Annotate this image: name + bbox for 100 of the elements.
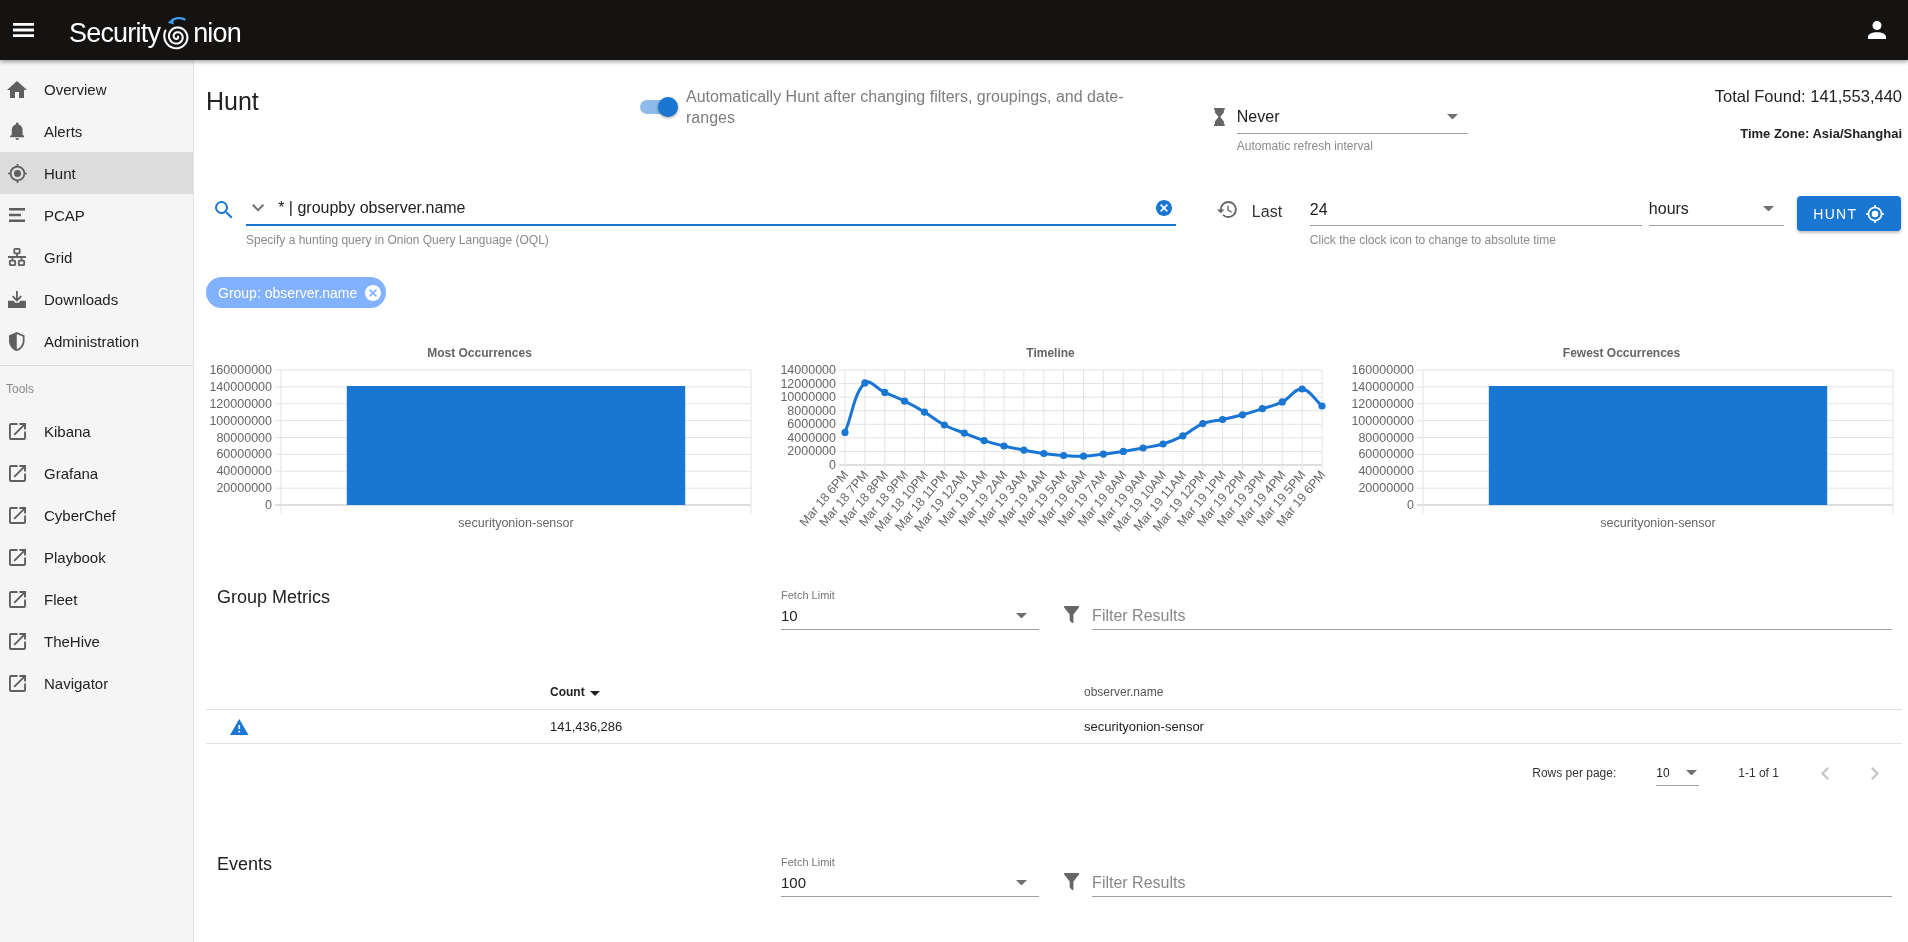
nav-item[interactable]: Alerts	[0, 110, 193, 152]
time-label: Last	[1251, 202, 1284, 222]
filter-field[interactable]: Filter Results	[1092, 869, 1892, 897]
axis-label: 80000000	[216, 430, 272, 445]
axis-label: 20000000	[1358, 481, 1414, 496]
time-zone: Time Zone: Asia/Shanghai	[1739, 125, 1902, 143]
nav-link[interactable]: Navigator	[0, 662, 193, 704]
nav-item[interactable]: Administration	[0, 320, 193, 362]
field-label: Fetch Limit	[781, 855, 836, 869]
data-point	[1219, 415, 1227, 424]
caret-down-icon	[1016, 612, 1027, 619]
axis-label: 100000000	[1351, 413, 1414, 428]
chart-title: Fewest Occurrences	[1562, 346, 1681, 360]
search-icon[interactable]	[215, 201, 233, 219]
time-amount-field[interactable]: 24	[1309, 186, 1642, 226]
data-point	[920, 408, 929, 416]
rows-per-page-select[interactable]: 10	[1656, 760, 1700, 786]
data-point	[1079, 452, 1088, 460]
table-cell: 141,436,286	[550, 719, 623, 734]
history-icon[interactable]	[1217, 201, 1237, 218]
logo-text: nion	[193, 17, 241, 50]
column-header[interactable]: Count	[550, 685, 600, 699]
nav-item[interactable]: PCAP	[0, 194, 193, 236]
axis-label: 60000000	[1358, 447, 1414, 462]
page-title: Hunt	[206, 86, 260, 117]
list-icon	[9, 208, 25, 222]
data-point	[881, 388, 889, 396]
switch-label: Automatically Hunt after changing filters, groupings, and date-ranges	[686, 87, 1125, 128]
nav-link[interactable]: Grafana	[0, 452, 193, 494]
shield-icon	[9, 331, 25, 351]
page-range: 1-1 of 1	[1738, 766, 1779, 780]
axis-label: 12000000	[780, 376, 836, 391]
hunt-button[interactable]: HUNT	[1796, 196, 1901, 231]
section-label: Tools	[6, 381, 35, 397]
bell-icon	[9, 122, 25, 140]
nav-link[interactable]: Playbook	[0, 536, 193, 578]
alert-icon[interactable]	[230, 718, 249, 735]
rows-per-page-label: Rows per page:	[1532, 766, 1617, 780]
query-field[interactable]: * | groupby observer.name	[278, 199, 1156, 217]
nav-link[interactable]: Fleet	[0, 578, 193, 620]
axis-label: 40000000	[216, 464, 272, 479]
section-title: Group Metrics	[216, 586, 332, 609]
axis-label: 120000000	[1351, 396, 1414, 411]
caret-down-icon	[1016, 879, 1027, 886]
column-header[interactable]: observer.name	[1084, 685, 1164, 699]
refresh-interval-select[interactable]: Never	[1236, 101, 1468, 134]
time-unit-select[interactable]: hours	[1648, 186, 1784, 226]
nav-item[interactable]: Downloads	[0, 278, 193, 320]
axis-label: 4000000	[787, 430, 836, 445]
data-point	[841, 428, 849, 436]
fetch-limit-select[interactable]: 100	[781, 869, 1039, 897]
logo-text: Security	[69, 17, 161, 50]
nav-item[interactable]: Grid	[0, 236, 193, 278]
total-found: Total Found: 141,553,440	[1713, 86, 1902, 107]
chevron-down-icon[interactable]	[252, 204, 265, 212]
data-point	[1238, 411, 1247, 419]
auto-hunt-switch[interactable]	[638, 97, 678, 117]
crosshairs-icon	[7, 163, 27, 183]
nav-item[interactable]: Overview	[0, 68, 193, 110]
data-point	[1060, 451, 1068, 460]
caret-down-icon	[1446, 114, 1458, 120]
data-point	[1139, 444, 1147, 452]
data-point	[901, 397, 909, 405]
user-icon[interactable]	[1868, 21, 1886, 39]
data-point	[1040, 449, 1048, 458]
data-point	[1179, 432, 1187, 440]
filter-field[interactable]: Filter Results	[1092, 602, 1892, 630]
home-icon	[7, 80, 27, 98]
axis-label: 6000000	[787, 417, 836, 432]
nav-link[interactable]: Kibana	[0, 410, 193, 452]
data-point	[1278, 398, 1286, 406]
data-point	[1020, 446, 1028, 454]
axis-label: 0	[829, 458, 836, 472]
filter-icon	[1064, 873, 1080, 890]
download-icon	[8, 290, 26, 308]
nav-link[interactable]: TheHive	[0, 620, 193, 662]
axis-label: 10000000	[780, 390, 836, 405]
axis-label: 160000000	[209, 363, 272, 377]
chart-title: Most Occurrences	[427, 346, 532, 360]
nav-item[interactable]: Hunt	[0, 152, 193, 194]
nav-link[interactable]: CyberChef	[0, 494, 193, 536]
menu-icon[interactable]	[13, 23, 34, 37]
network-icon	[8, 248, 26, 266]
clear-icon[interactable]	[1156, 200, 1172, 216]
field-hint: Click the clock icon to change to absolute time	[1309, 232, 1557, 248]
data-point	[940, 421, 948, 429]
data-point	[980, 437, 988, 445]
data-point	[1199, 420, 1207, 428]
axis-label: 20000000	[216, 481, 272, 496]
axis-label: 100000000	[209, 413, 272, 428]
axis-label: securityonion-sensor	[1600, 516, 1716, 530]
chart-title: Timeline	[1026, 346, 1075, 360]
data-point	[1159, 440, 1167, 448]
external-link-icon	[8, 632, 26, 650]
field-hint: Specify a hunting query in Onion Query Language (OQL)	[246, 232, 550, 248]
data-point	[1000, 442, 1008, 450]
hourglass-icon	[1214, 108, 1225, 126]
section-title: Events	[216, 853, 274, 876]
fetch-limit-select[interactable]: 10	[781, 602, 1039, 630]
data-point	[960, 429, 968, 437]
